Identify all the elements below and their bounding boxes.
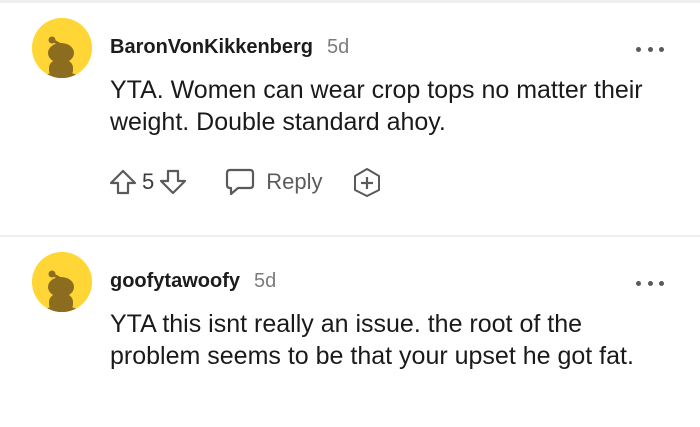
award-plus-icon[interactable] <box>351 166 383 198</box>
reply-label: Reply <box>266 169 323 194</box>
more-options-icon[interactable] <box>636 40 664 58</box>
top-divider <box>0 0 700 3</box>
comment: goofytawoofy 5d YTA this isnt really an … <box>0 252 700 427</box>
comment-body: YTA this isnt really an issue. the root … <box>110 310 634 370</box>
comment-body: YTA. Women can wear crop tops no matter … <box>110 76 643 136</box>
comment-age: 5d <box>254 270 277 292</box>
username[interactable]: goofytawoofy <box>110 270 240 293</box>
comment-age: 5d <box>327 36 350 58</box>
comment-meta: BaronVonKikkenberg 5d <box>110 36 349 62</box>
user-avatar[interactable] <box>32 18 92 78</box>
snoo-avatar-icon <box>32 18 92 78</box>
username[interactable]: BaronVonKikkenberg <box>110 36 313 59</box>
more-options-icon[interactable] <box>636 274 664 292</box>
comment-meta: goofytawoofy 5d <box>110 270 276 296</box>
comment-actions: 5 Reply <box>108 164 383 200</box>
snoo-avatar-icon <box>32 252 92 312</box>
user-avatar[interactable] <box>32 252 92 312</box>
vote-score: 5 <box>142 169 155 194</box>
reply-button[interactable]: Reply <box>224 167 323 197</box>
speech-bubble-icon <box>226 168 255 196</box>
comment-divider <box>0 235 700 237</box>
upvote-arrow-icon[interactable] <box>108 167 138 197</box>
comment: BaronVonKikkenberg 5d YTA. Women can wea… <box>0 18 700 232</box>
downvote-arrow-icon[interactable] <box>158 167 188 197</box>
